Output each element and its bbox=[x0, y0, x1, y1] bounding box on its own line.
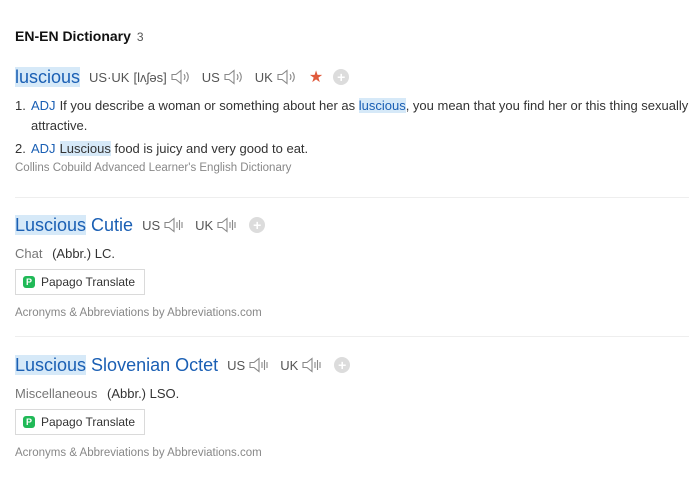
speaker-icon[interactable] bbox=[222, 68, 246, 86]
entry-meta: Miscellaneous (Abbr.) LSO. bbox=[15, 386, 689, 401]
speaker-icon[interactable] bbox=[247, 356, 271, 374]
pronunciation-uk: UK bbox=[280, 356, 324, 374]
papago-label: Papago Translate bbox=[41, 275, 136, 289]
headword-highlight: Luscious bbox=[15, 214, 87, 235]
category-label: Chat bbox=[15, 246, 43, 261]
entry-luscious: luscious US·UK [lʌʃəs] US UK ★ + 1. ADJ … bbox=[15, 64, 689, 174]
entry-headline: luscious US·UK [lʌʃəs] US UK ★ + bbox=[15, 64, 689, 90]
source-link[interactable]: Collins Cobuild Advanced Learner's Engli… bbox=[15, 162, 689, 174]
speaker-icon[interactable] bbox=[169, 68, 193, 86]
definition-highlight: Luscious bbox=[59, 141, 111, 156]
source-link[interactable]: Acronyms & Abbreviations by Abbreviation… bbox=[15, 447, 689, 459]
divider bbox=[15, 197, 689, 198]
star-icon[interactable]: ★ bbox=[309, 67, 323, 87]
definition-list: 1. ADJ If you describe a woman or somethi… bbox=[15, 96, 689, 159]
pron-label: UK bbox=[280, 357, 299, 373]
headword-link[interactable]: Luscious Slovenian Octet bbox=[15, 354, 219, 376]
pronunciation-uk: UK bbox=[255, 68, 299, 86]
definition-item: 2. ADJ Luscious food is juicy and very go… bbox=[15, 139, 689, 159]
papago-icon: P bbox=[23, 276, 35, 288]
headword-link[interactable]: luscious bbox=[15, 66, 81, 88]
pronunciation-us-uk: US·UK [lʌʃəs] bbox=[89, 68, 193, 86]
papago-icon: P bbox=[23, 416, 35, 428]
part-of-speech: ADJ bbox=[31, 141, 56, 156]
definition-number: 1. bbox=[15, 98, 26, 113]
pron-label: US bbox=[142, 217, 161, 233]
source-link[interactable]: Acronyms & Abbreviations by Abbreviation… bbox=[15, 307, 689, 319]
part-of-speech: ADJ bbox=[31, 98, 56, 113]
pron-label: UK bbox=[195, 217, 214, 233]
entry-luscious-slovenian-octet: Luscious Slovenian Octet US UK + Miscell… bbox=[15, 352, 689, 459]
pron-label: US·UK bbox=[89, 69, 130, 85]
speaker-icon[interactable] bbox=[300, 356, 324, 374]
headword-rest: Slovenian Octet bbox=[86, 354, 219, 375]
headword-text: luscious bbox=[15, 66, 81, 87]
section-title: EN-EN Dictionary 3 bbox=[15, 28, 144, 44]
definition-number: 2. bbox=[15, 141, 26, 156]
abbreviation-text: (Abbr.) LSO. bbox=[107, 386, 180, 401]
entry-headline: Luscious Cutie US UK + bbox=[15, 212, 689, 238]
pron-label: US bbox=[201, 69, 220, 85]
pronunciation-us: US bbox=[227, 356, 271, 374]
definition-highlight: luscious bbox=[358, 98, 406, 113]
definition-item: 1. ADJ If you describe a woman or somethi… bbox=[15, 96, 689, 136]
papago-translate-button[interactable]: P Papago Translate bbox=[15, 269, 146, 295]
speaker-icon[interactable] bbox=[275, 68, 299, 86]
definition-text: If you describe a woman or something abo… bbox=[59, 98, 359, 113]
pron-label: US bbox=[227, 357, 246, 373]
headword-rest: Cutie bbox=[86, 214, 134, 235]
entry-headline: Luscious Slovenian Octet US UK + bbox=[15, 352, 689, 378]
headword-link[interactable]: Luscious Cutie bbox=[15, 214, 134, 236]
entry-luscious-cutie: Luscious Cutie US UK + Chat (Abbr.) LC. … bbox=[15, 212, 689, 319]
headword-highlight: Luscious bbox=[15, 354, 87, 375]
add-to-wordbook-icon[interactable]: + bbox=[249, 217, 266, 233]
pron-ipa: [lʌʃəs] bbox=[133, 69, 167, 85]
pronunciation-us: US bbox=[202, 68, 246, 86]
entry-meta: Chat (Abbr.) LC. bbox=[15, 246, 689, 261]
pronunciation-us: US bbox=[142, 216, 186, 234]
add-to-wordbook-icon[interactable]: + bbox=[333, 69, 350, 85]
result-count: 3 bbox=[136, 30, 144, 44]
divider bbox=[15, 336, 689, 337]
speaker-icon[interactable] bbox=[162, 216, 186, 234]
category-label: Miscellaneous bbox=[15, 386, 98, 401]
papago-label: Papago Translate bbox=[41, 415, 136, 429]
definition-text: food is juicy and very good to eat. bbox=[110, 141, 309, 156]
abbreviation-text: (Abbr.) LC. bbox=[52, 246, 115, 261]
pron-label: UK bbox=[254, 69, 273, 85]
papago-translate-button[interactable]: P Papago Translate bbox=[15, 409, 146, 435]
add-to-wordbook-icon[interactable]: + bbox=[334, 357, 351, 373]
speaker-icon[interactable] bbox=[215, 216, 239, 234]
pronunciation-uk: UK bbox=[195, 216, 239, 234]
section-title-text: EN-EN Dictionary bbox=[15, 28, 131, 44]
